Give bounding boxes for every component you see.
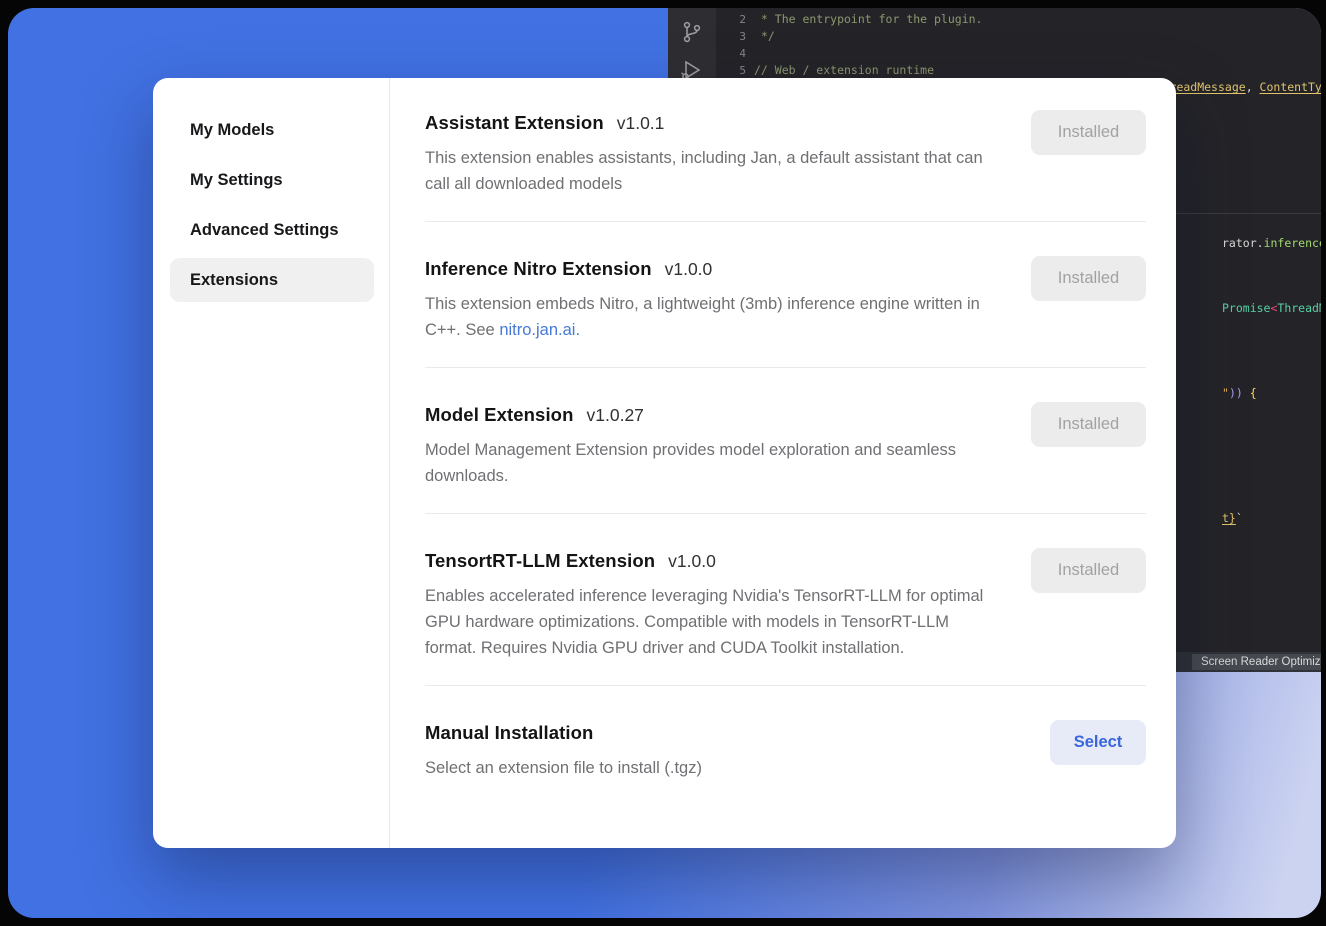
code-fragment: Promise<ThreadMessage> xyxy=(1222,300,1321,317)
code-fragment: rator.inference(data)); xyxy=(1222,235,1321,252)
code-fragment: t}` xyxy=(1222,510,1243,527)
extension-info: Manual Installation Select an extension … xyxy=(425,722,1050,782)
extension-description: Enables accelerated inference leveraging… xyxy=(425,584,995,661)
code-line: 5 // Web / extension runtime xyxy=(716,62,1321,79)
installed-button[interactable]: Installed xyxy=(1031,402,1146,447)
sidebar-item-label: My Models xyxy=(190,121,274,140)
extension-name: TensortRT-LLM Extension xyxy=(425,550,655,572)
line-number: 4 xyxy=(716,45,754,62)
extension-title-line: Assistant Extension v1.0.1 xyxy=(425,112,995,134)
desktop-background: 2 * The entrypoint for the plugin. 3 */ … xyxy=(8,8,1321,918)
select-button[interactable]: Select xyxy=(1050,720,1146,765)
extension-row-model: Model Extension v1.0.27 Model Management… xyxy=(425,368,1146,514)
extension-description: Select an extension file to install (.tg… xyxy=(425,756,1000,782)
code-line: 3 */ xyxy=(716,28,1321,45)
screen-reader-optimized-status[interactable]: Screen Reader Optimiz xyxy=(1192,654,1321,670)
extension-description: This extension embeds Nitro, a lightweig… xyxy=(425,292,995,343)
code-text: */ xyxy=(754,28,775,45)
sidebar-item-advanced-settings[interactable]: Advanced Settings xyxy=(170,208,374,252)
line-number: 5 xyxy=(716,62,754,79)
extension-version: v1.0.1 xyxy=(617,113,665,134)
nitro-jan-ai-link[interactable]: nitro.jan.ai. xyxy=(499,321,580,339)
code-fragment: ")) { xyxy=(1222,385,1257,402)
extension-description: Model Management Extension provides mode… xyxy=(425,438,995,489)
sidebar-item-label: My Settings xyxy=(190,171,283,190)
extension-info: Model Extension v1.0.27 Model Management… xyxy=(425,404,1031,489)
extension-row-manual-installation: Manual Installation Select an extension … xyxy=(425,686,1146,806)
extensions-list: Assistant Extension v1.0.1 This extensio… xyxy=(390,78,1176,848)
extension-title-line: Inference Nitro Extension v1.0.0 xyxy=(425,258,995,280)
installed-button[interactable]: Installed xyxy=(1031,256,1146,301)
extension-title-line: TensortRT-LLM Extension v1.0.0 xyxy=(425,550,995,572)
source-control-icon[interactable] xyxy=(680,20,704,44)
extension-name: Inference Nitro Extension xyxy=(425,258,652,280)
extension-info: Assistant Extension v1.0.1 This extensio… xyxy=(425,112,1031,197)
extension-row-assistant: Assistant Extension v1.0.1 This extensio… xyxy=(425,112,1146,222)
sidebar-item-my-models[interactable]: My Models xyxy=(170,108,374,152)
code-text: * The entrypoint for the plugin. xyxy=(754,11,982,28)
extension-info: Inference Nitro Extension v1.0.0 This ex… xyxy=(425,258,1031,343)
code-line: 4 xyxy=(716,45,1321,62)
extension-name: Assistant Extension xyxy=(425,112,604,134)
installed-button[interactable]: Installed xyxy=(1031,548,1146,593)
code-line: 2 * The entrypoint for the plugin. xyxy=(716,11,1321,28)
line-number: 2 xyxy=(716,11,754,28)
extension-info: TensortRT-LLM Extension v1.0.0 Enables a… xyxy=(425,550,1031,661)
extension-version: v1.0.0 xyxy=(665,259,713,280)
sidebar-item-my-settings[interactable]: My Settings xyxy=(170,158,374,202)
extension-name: Manual Installation xyxy=(425,722,593,744)
extension-title-line: Manual Installation xyxy=(425,722,1014,744)
extension-version: v1.0.27 xyxy=(587,405,644,426)
installed-button[interactable]: Installed xyxy=(1031,110,1146,155)
extension-description: This extension enables assistants, inclu… xyxy=(425,146,995,197)
sidebar-item-label: Extensions xyxy=(190,271,278,290)
sidebar-item-extensions[interactable]: Extensions xyxy=(170,258,374,302)
extension-version: v1.0.0 xyxy=(668,551,716,572)
extension-name: Model Extension xyxy=(425,404,574,426)
settings-sidebar: My Models My Settings Advanced Settings … xyxy=(153,78,390,848)
settings-modal: My Models My Settings Advanced Settings … xyxy=(153,78,1176,848)
extension-title-line: Model Extension v1.0.27 xyxy=(425,404,995,426)
code-text: // Web / extension runtime xyxy=(754,62,934,79)
line-number: 3 xyxy=(716,28,754,45)
extension-row-inference-nitro: Inference Nitro Extension v1.0.0 This ex… xyxy=(425,222,1146,368)
sidebar-item-label: Advanced Settings xyxy=(190,221,339,240)
extension-row-tensorrt-llm: TensortRT-LLM Extension v1.0.0 Enables a… xyxy=(425,514,1146,686)
